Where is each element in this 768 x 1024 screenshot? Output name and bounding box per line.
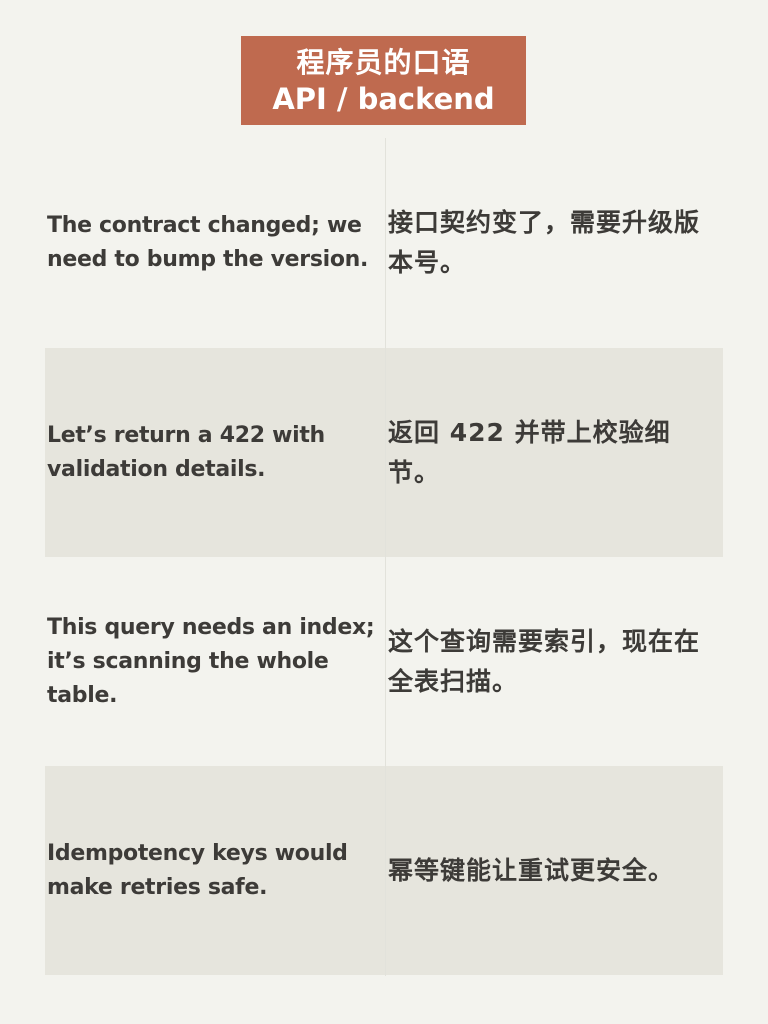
english-phrase: Idempotency keys would make retries safe… bbox=[47, 840, 348, 900]
title-chinese: 程序员的口语 bbox=[296, 45, 471, 79]
table-row: The contract changed; we need to bump th… bbox=[45, 138, 723, 347]
title-topic: API / backend bbox=[272, 81, 495, 116]
phrase-table: The contract changed; we need to bump th… bbox=[45, 138, 723, 976]
english-phrase: This query needs an index; it’s scanning… bbox=[47, 614, 375, 708]
phrase-card: 程序员的口语 API / backend The contract change… bbox=[0, 0, 768, 1024]
english-phrase: The contract changed; we need to bump th… bbox=[47, 212, 369, 272]
english-phrase: Let’s return a 422 with validation detai… bbox=[47, 422, 325, 482]
chinese-translation: 这个查询需要索引，现在在全表扫描。 bbox=[388, 626, 701, 696]
table-row: Idempotency keys would make retries safe… bbox=[45, 766, 723, 975]
chinese-translation: 幂等键能让重试更安全。 bbox=[388, 855, 675, 885]
title-badge: 程序员的口语 API / backend bbox=[241, 36, 526, 125]
table-row: Let’s return a 422 with validation detai… bbox=[45, 348, 723, 557]
chinese-translation: 返回 422 并带上校验细节。 bbox=[388, 417, 671, 487]
table-row: This query needs an index; it’s scanning… bbox=[45, 557, 723, 766]
column-divider bbox=[385, 138, 386, 976]
chinese-translation: 接口契约变了，需要升级版本号。 bbox=[388, 207, 701, 277]
